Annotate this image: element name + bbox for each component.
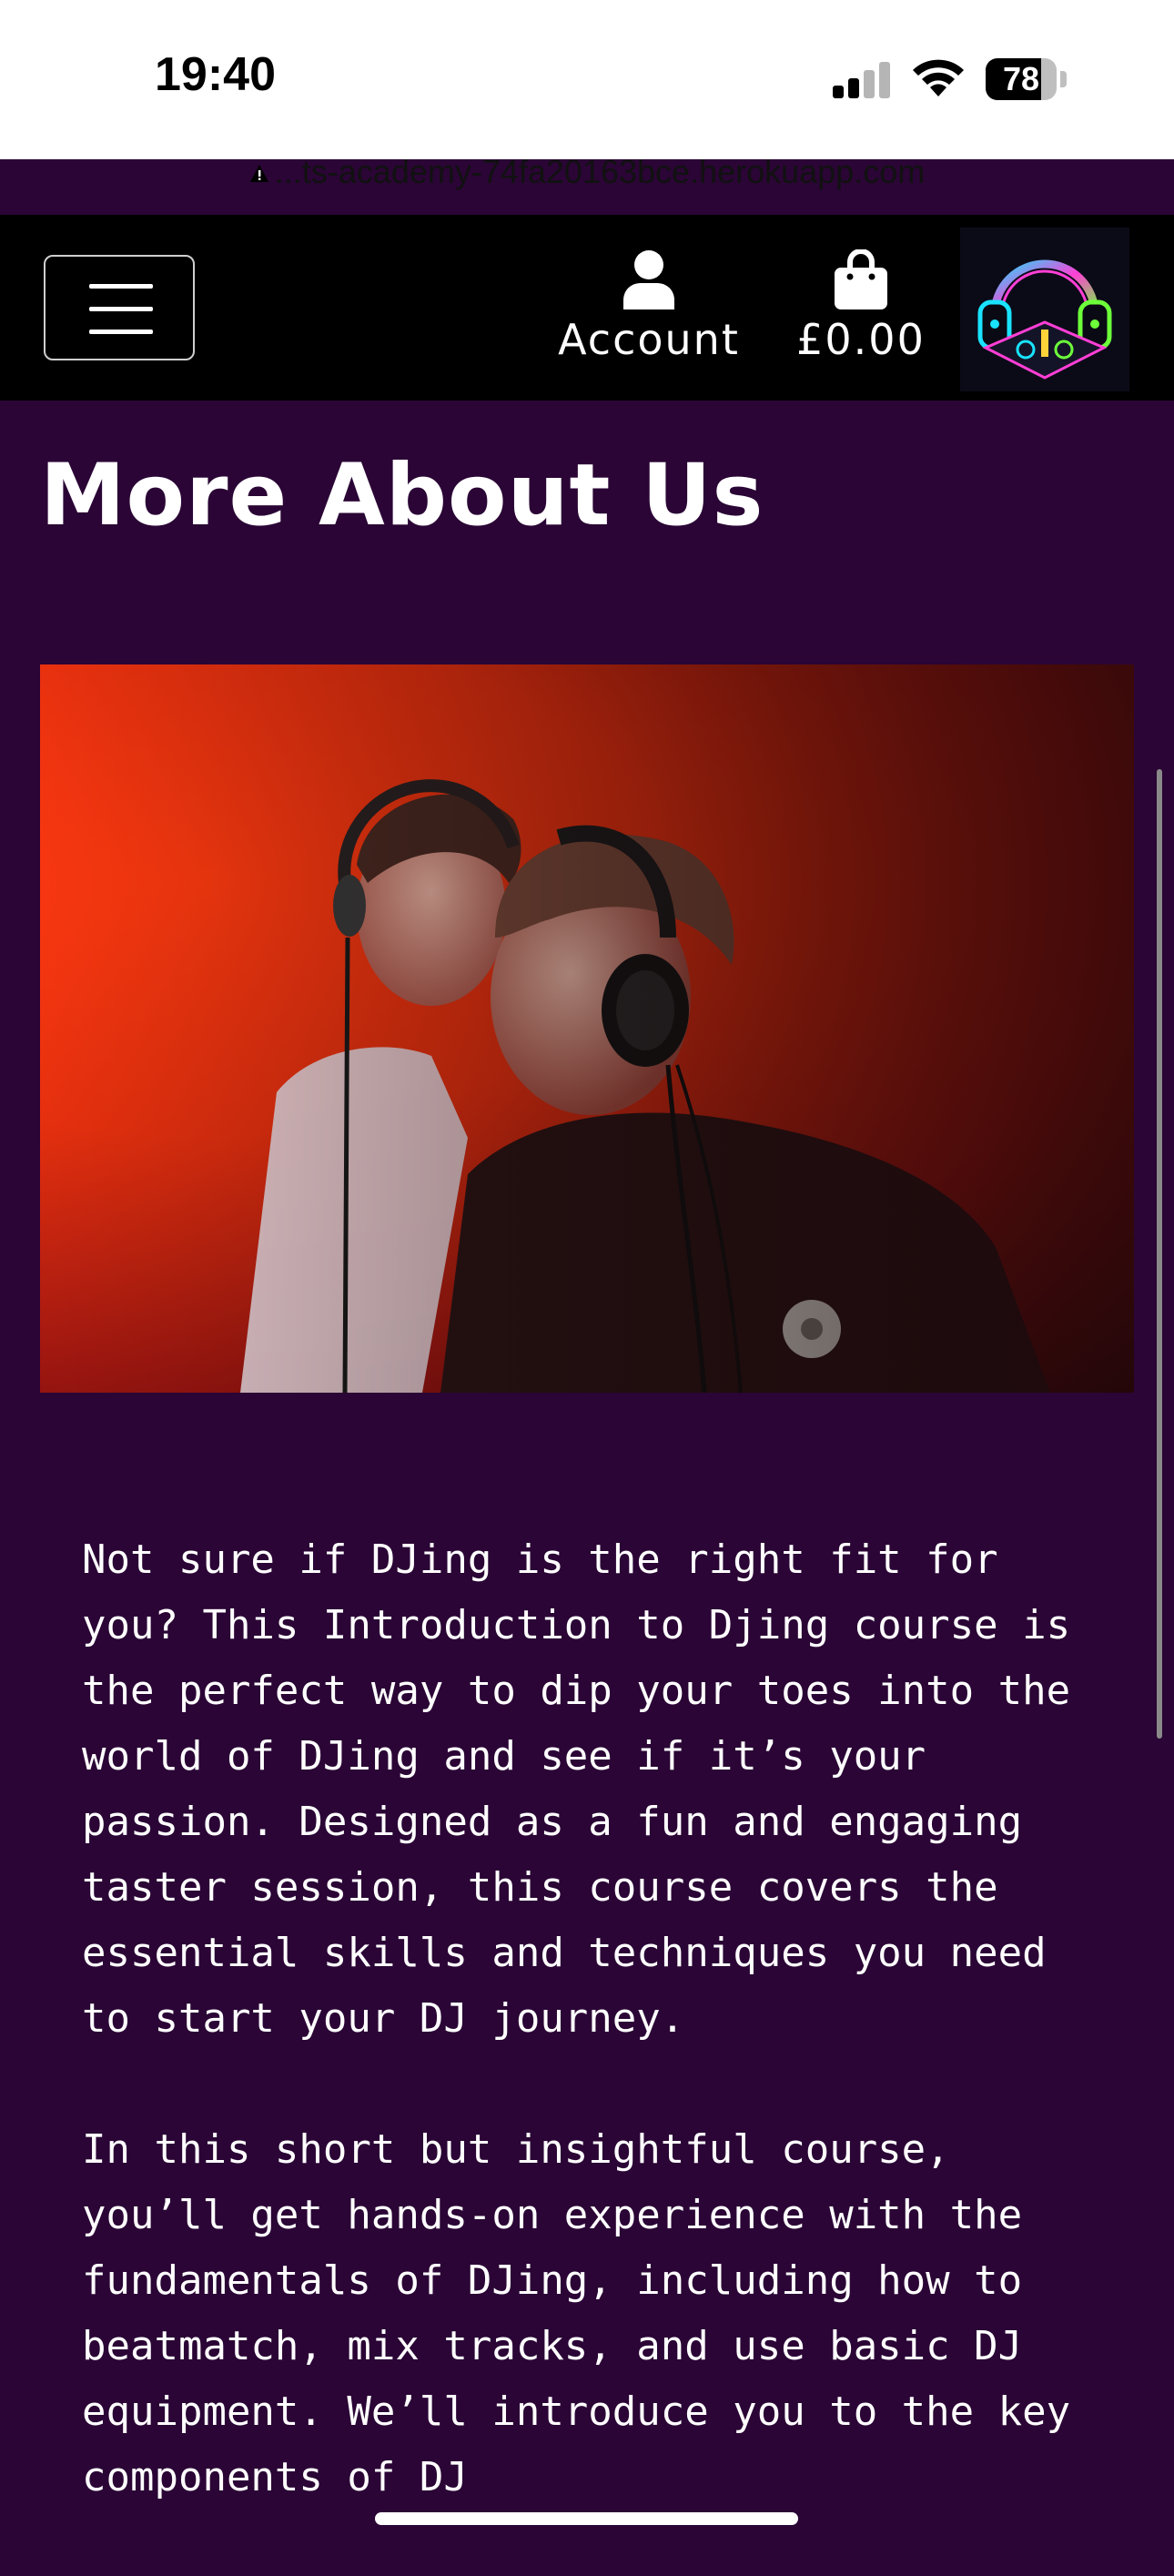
cellular-signal-icon: [833, 62, 891, 98]
hamburger-menu-icon: [89, 284, 153, 289]
status-time: 19:40: [155, 48, 276, 101]
dj-headphones-logo[interactable]: [960, 228, 1129, 391]
url-text: ...ts-academy-74fa20163bce.herokuapp.com: [274, 153, 926, 190]
account-label: Account: [558, 315, 740, 364]
shopping-bag-icon: [835, 249, 887, 309]
status-bar: 19:40 78 ...ts-academy-74fa20163bce.hero…: [0, 0, 1174, 190]
navbar: Account £0.00: [0, 215, 1174, 401]
about-content: Not sure if DJing is the right fit for y…: [82, 1527, 1101, 2576]
cart-total: £0.00: [796, 315, 926, 364]
user-icon: [623, 250, 674, 309]
page-title: More About Us: [40, 446, 764, 545]
about-paragraph: Not sure if DJing is the right fit for y…: [82, 1536, 1071, 2042]
warning-lock-icon: [249, 165, 268, 183]
wifi-icon: [913, 59, 964, 96]
cart-link[interactable]: £0.00: [781, 249, 941, 364]
home-indicator[interactable]: [375, 2512, 798, 2525]
hamburger-menu-button[interactable]: [44, 255, 195, 360]
about-paragraph: In this short but insightful course, you…: [82, 2126, 1071, 2500]
url-bar[interactable]: ...ts-academy-74fa20163bce.herokuapp.com: [0, 153, 1174, 191]
two-djs-with-headphones-photo: [40, 664, 1134, 1393]
scrollbar[interactable]: [1157, 769, 1162, 1739]
battery-level: 78: [1002, 60, 1040, 97]
account-link[interactable]: Account: [544, 249, 754, 364]
battery-icon: 78: [986, 58, 1069, 100]
